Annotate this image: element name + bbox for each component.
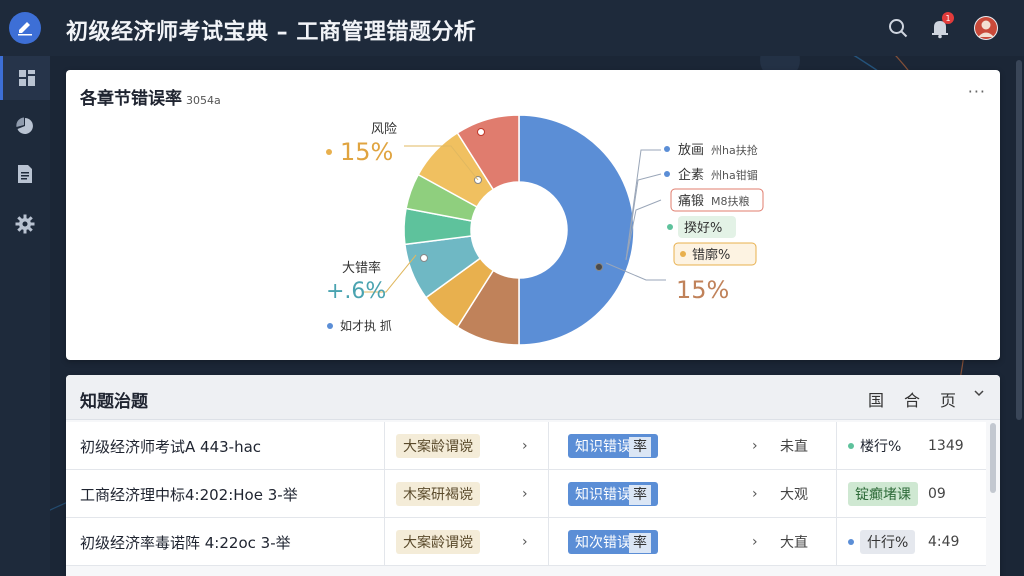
chart-marker-3 bbox=[420, 254, 428, 262]
chevron-down-icon[interactable] bbox=[972, 385, 986, 404]
sidebar-item-stats[interactable] bbox=[0, 104, 50, 148]
pie-icon bbox=[16, 117, 33, 134]
row-name: 初级经济率毒诺阵 4:22oc 3-举 bbox=[80, 533, 291, 552]
annotation-top-left-name: 风险 bbox=[371, 122, 397, 137]
table-control-1[interactable]: 国 bbox=[868, 387, 884, 411]
table-control-3[interactable]: 页 bbox=[940, 387, 956, 411]
chevron-right-icon[interactable]: › bbox=[752, 470, 758, 518]
legend-label-4: 揆好% bbox=[684, 221, 722, 236]
donut-chart: 风险 15% 大错率 +.6% 如才执 抓 15% 放画 州ha扶抢 企素 州h… bbox=[326, 114, 764, 346]
question-table: 知题治题 国 合 页 初级经济师考试A 443-hac 大案龄谓谠 › 知识错误… bbox=[66, 375, 1000, 576]
notification-button[interactable]: 1 bbox=[926, 12, 954, 42]
legend-dot-1 bbox=[664, 146, 670, 152]
search-button[interactable] bbox=[884, 14, 912, 42]
table-row[interactable]: 初级经济率毒诺阵 4:22oc 3-举 大案龄谓谠 › 知次错误率 › 大直 什… bbox=[66, 518, 986, 566]
donut-slice-1[interactable] bbox=[518, 114, 635, 346]
chevron-right-icon[interactable]: › bbox=[522, 470, 528, 518]
table-scrollbar[interactable] bbox=[990, 423, 996, 493]
user-avatar[interactable] bbox=[972, 14, 1000, 42]
chart-card: 各章节错误率 3054a ··· 风险 15% 大错率 +.6% 如才执 抓 15… bbox=[66, 70, 1000, 360]
row-category-tag: 大案龄谓谠 bbox=[396, 422, 480, 470]
row-category-tag: 大案龄谓谠 bbox=[396, 518, 480, 566]
legend-extra-3: M8扶粮 bbox=[711, 194, 750, 208]
chevron-right-icon[interactable]: › bbox=[752, 518, 758, 566]
notification-badge: 1 bbox=[942, 12, 954, 24]
row-col4: 未直 bbox=[780, 439, 808, 455]
row-status: 锭癫堵课 bbox=[848, 470, 918, 518]
chevron-right-icon[interactable]: › bbox=[522, 422, 528, 470]
row-count: 4:49 bbox=[928, 534, 960, 550]
row-name: 初级经济师考试A 443-hac bbox=[80, 437, 262, 456]
legend-dot-5 bbox=[680, 251, 686, 257]
row-name: 工商经济理中标4:202:Hoe 3-举 bbox=[80, 485, 298, 504]
row-type-tag: 知次错误率 bbox=[568, 518, 658, 566]
edit-icon bbox=[18, 22, 32, 36]
row-count: 1349 bbox=[928, 438, 964, 454]
grid-icon bbox=[18, 70, 35, 86]
chart-marker-4 bbox=[477, 128, 485, 136]
table-header: 知题治题 国 合 页 bbox=[66, 375, 1000, 420]
annotation-right-value: 15% bbox=[676, 276, 729, 304]
row-col4: 大观 bbox=[780, 487, 808, 503]
search-icon bbox=[889, 19, 908, 38]
legend-extra-1: 州ha扶抢 bbox=[711, 143, 758, 157]
table-control-2[interactable]: 合 bbox=[904, 387, 920, 411]
sidebar bbox=[0, 56, 50, 576]
legend-dot-4 bbox=[667, 224, 673, 230]
table-row[interactable]: 初级经济师考试A 443-hac 大案龄谓谠 › 知识错误率 › 未直 楼行% … bbox=[66, 422, 986, 470]
table-row[interactable]: 工商经济理中标4:202:Hoe 3-举 木案研褐谠 › 知识错误率 › 大观 … bbox=[66, 470, 986, 518]
row-type-tag: 知识错误率 bbox=[568, 422, 658, 470]
legend-dot-2 bbox=[664, 171, 670, 177]
legend-label-3: 痛锻 bbox=[678, 193, 704, 209]
gear-icon bbox=[15, 214, 35, 234]
row-status: 楼行% bbox=[848, 422, 901, 470]
page-scrollbar[interactable] bbox=[1016, 60, 1022, 420]
chart-marker-1 bbox=[595, 263, 603, 271]
app-header: 初级经济师考试宝典 – 工商管理错题分析 1 bbox=[0, 0, 1024, 56]
document-icon bbox=[18, 165, 32, 183]
row-category-tag: 木案研褐谠 bbox=[396, 470, 480, 518]
app-logo[interactable] bbox=[9, 12, 41, 44]
legend-label-2: 企素 bbox=[678, 167, 704, 183]
row-col4: 大直 bbox=[780, 535, 808, 551]
legend-extra-2: 州ha钳镅 bbox=[711, 168, 758, 182]
sidebar-item-settings[interactable] bbox=[0, 202, 50, 246]
chevron-right-icon[interactable]: › bbox=[752, 422, 758, 470]
legend-label-5: 错廓% bbox=[692, 247, 730, 263]
annotation-top-left-value: 15% bbox=[340, 138, 393, 166]
sidebar-item-documents[interactable] bbox=[0, 152, 50, 196]
row-type-tag: 知识错误率 bbox=[568, 470, 658, 518]
annotation-bottom-left-dot bbox=[327, 323, 333, 329]
sidebar-item-dashboard[interactable] bbox=[0, 56, 50, 100]
annotation-top-left-dot bbox=[326, 149, 332, 155]
annotation-mid-left-name: 大错率 bbox=[342, 260, 381, 276]
row-count: 09 bbox=[928, 486, 946, 502]
table-title: 知题治题 bbox=[80, 392, 148, 412]
annotation-bottom-left-name: 如才执 抓 bbox=[340, 318, 392, 333]
row-status: 什行% bbox=[848, 518, 916, 566]
chevron-right-icon[interactable]: › bbox=[522, 518, 528, 566]
legend-label-1: 放画 bbox=[678, 143, 704, 158]
avatar-icon bbox=[974, 16, 998, 40]
page-title: 初级经济师考试宝典 – 工商管理错题分析 bbox=[66, 20, 477, 45]
annotation-mid-left-value: +.6% bbox=[326, 279, 386, 304]
